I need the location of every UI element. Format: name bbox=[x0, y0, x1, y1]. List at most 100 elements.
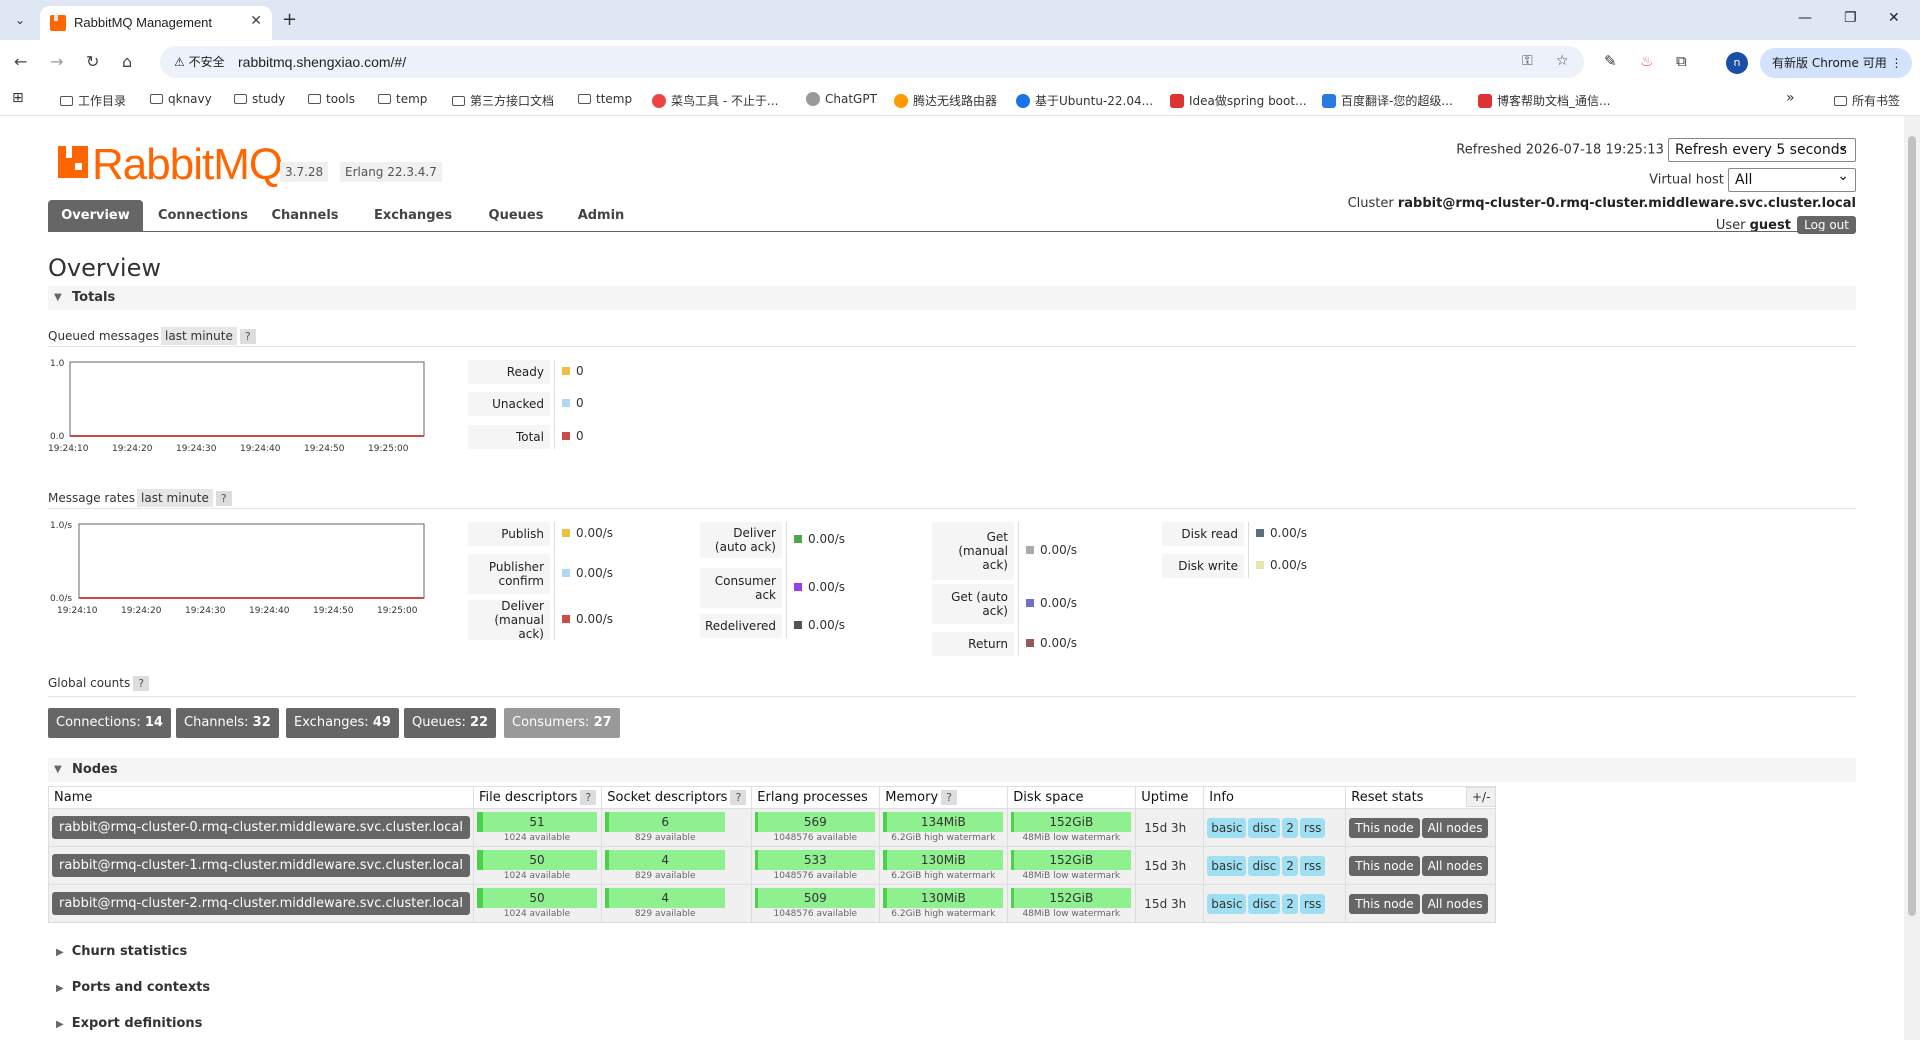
bookmark-item[interactable]: tools bbox=[308, 92, 355, 106]
proc-meter: 569 bbox=[755, 811, 876, 832]
back-icon[interactable]: ← bbox=[14, 52, 27, 71]
new-tab-button[interactable]: + bbox=[282, 9, 297, 30]
legend-swatch bbox=[1026, 546, 1034, 554]
disk-meter: 152GiB bbox=[1011, 887, 1132, 908]
info-tag: disc bbox=[1248, 893, 1281, 914]
churn-statistics-toggle[interactable]: ▶ Churn statistics bbox=[56, 944, 187, 959]
consumers-count-button[interactable]: Consumers: 27 bbox=[504, 708, 620, 738]
tab-connections[interactable]: Connections bbox=[154, 200, 252, 232]
bookmark-item[interactable]: 第三方接口文档 bbox=[452, 92, 554, 109]
not-secure-indicator[interactable]: ⚠ 不安全 bbox=[168, 52, 231, 72]
url-text[interactable]: rabbitmq.shengxiao.com/#/ bbox=[238, 54, 406, 70]
minimize-button[interactable]: — bbox=[1798, 10, 1812, 26]
profile-avatar[interactable]: n bbox=[1726, 52, 1748, 74]
help-icon[interactable]: ? bbox=[580, 790, 597, 805]
legend-value: 0.00/s bbox=[794, 618, 845, 632]
help-icon[interactable]: ? bbox=[133, 676, 150, 691]
export-definitions-toggle[interactable]: ▶ Export definitions bbox=[56, 1016, 202, 1031]
close-tab-icon[interactable]: ✕ bbox=[250, 13, 262, 29]
info-tag: rss bbox=[1299, 817, 1326, 838]
apps-grid-icon[interactable]: ⊞ bbox=[12, 90, 24, 106]
bookmark-item[interactable]: Idea做spring boot... bbox=[1170, 92, 1307, 109]
totals-section-toggle[interactable]: ▼ Totals bbox=[48, 286, 1856, 310]
folder-icon bbox=[60, 96, 73, 106]
reload-icon[interactable]: ↻ bbox=[86, 52, 99, 71]
help-icon[interactable]: ? bbox=[730, 790, 747, 805]
ports-contexts-toggle[interactable]: ▶ Ports and contexts bbox=[56, 980, 210, 995]
reset-this-node-button[interactable]: This node bbox=[1349, 893, 1420, 914]
exchanges-count-button[interactable]: Exchanges: 49 bbox=[286, 708, 399, 738]
refresh-interval-select[interactable]: Refresh every 5 seconds bbox=[1668, 135, 1856, 162]
node-name-link[interactable]: rabbit@rmq-cluster-2.rmq-cluster.middlew… bbox=[52, 892, 470, 915]
legend-label: Consumer ack bbox=[700, 568, 782, 608]
bookmark-item[interactable]: ChatGPT bbox=[806, 92, 877, 106]
all-bookmarks[interactable]: 所有书签 bbox=[1834, 92, 1900, 109]
help-icon[interactable]: ? bbox=[239, 329, 256, 344]
bookmark-item[interactable]: ttemp bbox=[578, 92, 632, 106]
help-icon[interactable]: ? bbox=[215, 491, 232, 506]
extension-icon[interactable]: ♨ bbox=[1640, 52, 1653, 70]
bookmark-item[interactable]: 百度翻译-您的超级... bbox=[1322, 92, 1453, 109]
reset-all-nodes-button[interactable]: All nodes bbox=[1421, 817, 1489, 838]
folder-icon bbox=[578, 94, 591, 104]
home-icon[interactable]: ⌂ bbox=[122, 52, 132, 71]
star-icon[interactable]: ☆ bbox=[1556, 53, 1569, 69]
proc-cell: 569 1048576 available bbox=[751, 808, 881, 847]
bookmark-item[interactable]: 菜鸟工具 - 不止于... bbox=[652, 92, 778, 109]
bookmark-item[interactable]: 工作目录 bbox=[60, 92, 126, 109]
close-window-button[interactable]: ✕ bbox=[1888, 10, 1900, 26]
node-name-link[interactable]: rabbit@rmq-cluster-0.rmq-cluster.middlew… bbox=[52, 816, 470, 839]
more-bookmarks-icon[interactable]: » bbox=[1786, 90, 1795, 106]
restore-button[interactable]: ❐ bbox=[1844, 10, 1857, 26]
column-toggle-button[interactable]: +/- bbox=[1466, 787, 1497, 807]
tab-admin[interactable]: Admin bbox=[574, 200, 628, 232]
range-chip[interactable]: last minute bbox=[137, 489, 213, 507]
reset-this-node-button[interactable]: This node bbox=[1349, 817, 1420, 838]
puzzle-extensions-icon[interactable]: ⧉ bbox=[1676, 52, 1687, 70]
info-tag: rss bbox=[1299, 855, 1326, 876]
message-rates-chart-svg: 1.0/s 0.0/s 19:24:10 19:24:20 19:24:30 19:24:… bbox=[50, 521, 425, 616]
tab-queues[interactable]: Queues bbox=[486, 200, 546, 232]
reset-all-nodes-button[interactable]: All nodes bbox=[1421, 893, 1489, 914]
legend-separator bbox=[786, 522, 787, 638]
sock-limit: 829 available bbox=[634, 870, 696, 881]
node-name-link[interactable]: rabbit@rmq-cluster-1.rmq-cluster.middlew… bbox=[52, 854, 470, 877]
connections-count-button[interactable]: Connections: 14 bbox=[48, 708, 171, 738]
fd-limit: 1024 available bbox=[503, 870, 571, 881]
node-name-cell: rabbit@rmq-cluster-0.rmq-cluster.middlew… bbox=[48, 808, 474, 847]
blog-icon bbox=[1016, 94, 1030, 108]
help-icon[interactable]: ? bbox=[941, 790, 958, 805]
key-icon[interactable]: ⚿ bbox=[1522, 53, 1533, 69]
browser-tab[interactable]: RabbitMQ Management ✕ bbox=[40, 6, 272, 40]
pen-extension-icon[interactable]: ✎ bbox=[1604, 52, 1617, 70]
legend-swatch bbox=[1026, 599, 1034, 607]
folder-icon bbox=[378, 94, 391, 104]
proc-meter: 533 bbox=[755, 849, 876, 870]
uptime-cell: 15d 3h bbox=[1135, 846, 1205, 885]
queues-count-button[interactable]: Queues: 22 bbox=[404, 708, 497, 738]
virtual-host-select[interactable]: All bbox=[1728, 165, 1856, 192]
reset-this-node-button[interactable]: This node bbox=[1349, 855, 1420, 876]
range-chip[interactable]: last minute bbox=[161, 327, 237, 345]
tab-channels[interactable]: Channels bbox=[268, 200, 342, 232]
page-scrollbar[interactable] bbox=[1904, 116, 1920, 1040]
legend-label: Unacked bbox=[468, 392, 550, 416]
mem-cell: 130MiB 6.2GiB high watermark bbox=[879, 884, 1009, 923]
address-bar[interactable]: ⚠ 不安全 rabbitmq.shengxiao.com/#/ ⚿ ☆ bbox=[160, 46, 1584, 78]
nodes-section-toggle[interactable]: ▼ Nodes bbox=[48, 758, 1856, 782]
bookmark-item[interactable]: study bbox=[234, 92, 285, 106]
bookmark-item[interactable]: 博客帮助文档_通信... bbox=[1478, 92, 1610, 109]
tab-overview[interactable]: Overview bbox=[48, 200, 143, 232]
channels-count-button[interactable]: Channels: 32 bbox=[176, 708, 279, 738]
tab-exchanges[interactable]: Exchanges bbox=[370, 200, 456, 232]
bookmark-item[interactable]: 腾达无线路由器 bbox=[894, 92, 997, 109]
forward-icon[interactable]: → bbox=[50, 52, 63, 71]
chrome-update-button[interactable]: 有新版 Chrome 可用 ⋮ bbox=[1760, 48, 1912, 78]
bookmark-item[interactable]: 基于Ubuntu-22.04... bbox=[1016, 92, 1153, 109]
reset-all-nodes-button[interactable]: All nodes bbox=[1421, 855, 1489, 876]
legend-label: Get (manual ack) bbox=[932, 522, 1014, 580]
tab-search-button[interactable]: ⌄ bbox=[8, 8, 32, 32]
bookmark-item[interactable]: temp bbox=[378, 92, 427, 106]
bookmark-item[interactable]: qknavy bbox=[150, 92, 212, 106]
scrollbar-thumb[interactable] bbox=[1908, 136, 1916, 916]
